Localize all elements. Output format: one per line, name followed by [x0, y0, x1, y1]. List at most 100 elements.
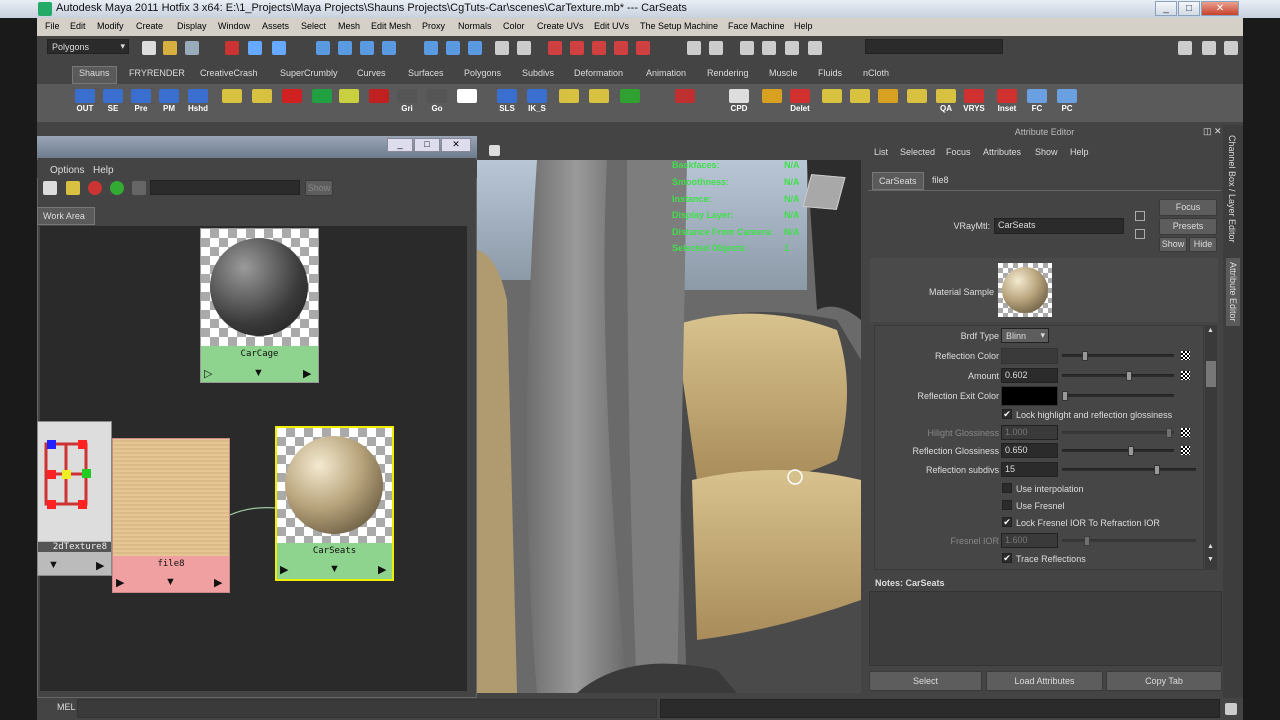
slider-knob[interactable]	[1082, 351, 1088, 361]
hypershade-icon[interactable]	[614, 41, 628, 55]
menu-edit[interactable]: Edit	[70, 21, 86, 31]
slider-knob[interactable]	[1166, 428, 1172, 438]
tab-attribute-editor[interactable]: Attribute Editor	[1226, 258, 1240, 326]
output-connections-icon[interactable]	[110, 181, 124, 195]
brdf-type-select[interactable]: Blinn ▾	[1001, 328, 1049, 343]
map-button-icon[interactable]	[1181, 351, 1190, 360]
shelf-tab-curves[interactable]: Curves	[357, 68, 386, 83]
menu-assets[interactable]: Assets	[262, 21, 289, 31]
snap-grid-icon[interactable]	[316, 41, 330, 55]
shelf-button-3[interactable]: Pre	[129, 89, 153, 115]
expand-arrow-icon[interactable]: ▼	[48, 559, 59, 571]
lock-highlight-checkbox[interactable]: ✔	[1002, 409, 1012, 419]
hypershade-show-button[interactable]: Show	[305, 180, 333, 196]
output-arrow-icon[interactable]: ▶	[214, 576, 222, 589]
expand-arrow-icon[interactable]: ▼	[253, 367, 264, 379]
shelf-button-18[interactable]	[587, 89, 611, 115]
select-component-icon[interactable]	[272, 41, 286, 55]
fresnel-ior-field[interactable]: 1.600	[1001, 533, 1058, 548]
ae-scrollbar[interactable]: ▲ ▲ ▼	[1205, 325, 1217, 570]
trax-icon[interactable]	[808, 41, 822, 55]
shelf-button-17[interactable]	[557, 89, 581, 115]
clear-graph-icon[interactable]	[132, 181, 146, 195]
menu-setup-machine[interactable]: The Setup Machine	[640, 21, 718, 31]
shelf-button-6[interactable]	[220, 89, 244, 115]
slider-knob[interactable]	[1128, 446, 1134, 456]
fresnel-ior-slider[interactable]	[1062, 536, 1196, 546]
tab-file8[interactable]: file8	[932, 175, 949, 185]
shelf-tab-muscle[interactable]: Muscle	[769, 68, 798, 83]
menu-help[interactable]: Help	[794, 21, 813, 31]
graph-icon[interactable]	[762, 41, 776, 55]
shelf-button-20[interactable]	[673, 89, 697, 115]
menu-create[interactable]: Create	[136, 21, 163, 31]
ae-menu-focus[interactable]: Focus	[946, 147, 971, 157]
shelf-tab-rendering[interactable]: Rendering	[707, 68, 749, 83]
expand-arrow-icon[interactable]: ▼	[165, 576, 176, 588]
graph-icon[interactable]	[43, 181, 57, 195]
amount-slider[interactable]	[1062, 371, 1174, 381]
shelf-button-30[interactable]: Inset	[995, 89, 1019, 115]
snap-curve-icon[interactable]	[338, 41, 352, 55]
render-icon[interactable]	[517, 41, 531, 55]
dope-icon[interactable]	[785, 41, 799, 55]
go-input-icon[interactable]	[1135, 211, 1145, 221]
ipr-render-icon[interactable]	[570, 41, 584, 55]
shelf-button-32[interactable]: PC	[1055, 89, 1079, 115]
focus-button[interactable]: Focus	[1159, 199, 1217, 216]
node-file8[interactable]: file8 ▶ ▼ ▶	[112, 438, 230, 593]
mode-selector[interactable]: Polygons ▾	[47, 39, 129, 54]
shelf-button-1[interactable]: OUT	[73, 89, 97, 115]
material-name-field[interactable]: CarSeats	[994, 218, 1124, 234]
shelf-button-14[interactable]	[455, 89, 479, 115]
shelf-button-21[interactable]: CPD	[727, 89, 751, 115]
shelf-button-16[interactable]: IK_S	[525, 89, 549, 115]
input-arrow-icon[interactable]: ▷	[204, 367, 212, 380]
menu-face-machine[interactable]: Face Machine	[728, 21, 785, 31]
shelf-button-26[interactable]	[876, 89, 900, 115]
reflection-exit-color-swatch[interactable]	[1001, 386, 1058, 406]
snap-point-icon[interactable]	[360, 41, 374, 55]
mel-label[interactable]: MEL	[57, 702, 76, 712]
copy-tab-button[interactable]: Copy Tab	[1106, 671, 1222, 691]
ae-menu-selected[interactable]: Selected	[900, 147, 935, 157]
mel-input[interactable]	[77, 699, 657, 718]
shelf-tab-polygons[interactable]: Polygons	[464, 68, 501, 83]
3d-viewport[interactable]: Backfaces: N/A Smoothness: N/A Instance:…	[477, 160, 861, 693]
amount-field[interactable]: 0.602	[1001, 368, 1058, 383]
shelf-button-29[interactable]: VRYS	[962, 89, 986, 115]
reflection-color-swatch[interactable]	[1001, 348, 1058, 364]
reflection-subdivs-field[interactable]: 15	[1001, 462, 1058, 477]
shelf-tab-shauns[interactable]: Shauns	[72, 66, 117, 84]
hilight-glossiness-field[interactable]: 1.000	[1001, 425, 1058, 440]
ae-menu-list[interactable]: List	[874, 147, 888, 157]
layout-icon[interactable]	[709, 41, 723, 55]
shelf-button-27[interactable]	[905, 89, 929, 115]
tab-channel-box[interactable]: Channel Box / Layer Editor	[1227, 135, 1237, 243]
lock-icon[interactable]	[495, 41, 509, 55]
go-output-icon[interactable]	[1135, 229, 1145, 239]
hypershade-close-button[interactable]: ✕	[441, 138, 471, 152]
question-icon[interactable]	[468, 41, 482, 55]
map-button-icon[interactable]	[1181, 446, 1190, 455]
slider-knob[interactable]	[1084, 536, 1090, 546]
menu-modify[interactable]: Modify	[97, 21, 124, 31]
close-panel-icon[interactable]: ✕	[1214, 126, 1222, 137]
tab-work-area[interactable]: Work Area	[37, 207, 95, 225]
shelf-button-25[interactable]	[848, 89, 872, 115]
input-connections-icon[interactable]	[88, 181, 102, 195]
ae-menu-attributes[interactable]: Attributes	[983, 147, 1021, 157]
shelf-tab-animation[interactable]: Animation	[646, 68, 686, 83]
map-button-icon[interactable]	[1181, 371, 1190, 380]
script-editor-icon[interactable]	[1225, 703, 1237, 715]
slider-knob[interactable]	[1062, 391, 1068, 401]
scroll-down-icon[interactable]: ▲	[1207, 543, 1214, 550]
shelf-tab-ncloth[interactable]: nCloth	[863, 68, 889, 83]
shelf-tab-subdivs[interactable]: Subdivs	[522, 68, 554, 83]
reflection-color-slider[interactable]	[1062, 351, 1174, 361]
lock-fresnel-ior-checkbox[interactable]: ✔	[1002, 517, 1012, 527]
open-scene-icon[interactable]	[163, 41, 177, 55]
shelf-button-24[interactable]	[820, 89, 844, 115]
ae-menu-show[interactable]: Show	[1035, 147, 1058, 157]
layout-icon[interactable]	[66, 181, 80, 195]
